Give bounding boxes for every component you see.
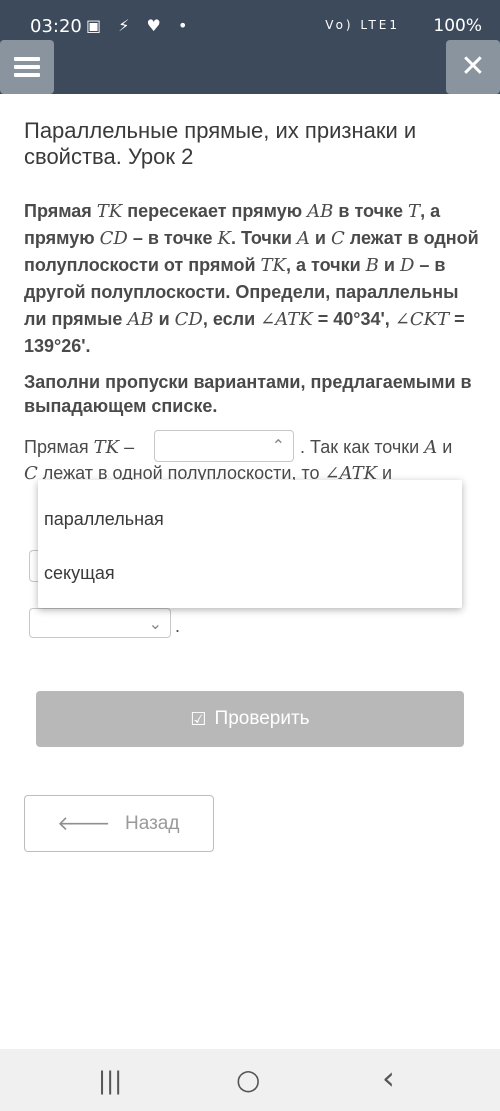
hamburger-icon bbox=[14, 57, 40, 77]
instruction-text: Заполни пропуски вариантами, предлагаемы… bbox=[24, 372, 472, 416]
arrow-left-icon: 🡐 bbox=[57, 811, 111, 835]
status-bar: 03:20 ▣ ⚡ ♥ • Vo) LTE1 100% bbox=[0, 0, 500, 54]
app-header bbox=[0, 54, 500, 94]
recent-apps-icon[interactable]: ||| bbox=[98, 1067, 122, 1095]
status-time: 03:20 bbox=[30, 16, 82, 37]
answer-line-1: Прямая TK – bbox=[24, 437, 135, 458]
check-button[interactable]: ☑ Проверить bbox=[36, 691, 464, 747]
close-button[interactable]: ✕ bbox=[446, 40, 500, 94]
menu-button[interactable] bbox=[0, 40, 54, 94]
option-secant[interactable]: секущая bbox=[44, 563, 115, 584]
battery-level: 100% bbox=[433, 16, 482, 36]
close-icon: ✕ bbox=[460, 49, 486, 84]
back-button[interactable]: 🡐 Назад bbox=[24, 795, 214, 852]
dropdown-menu: параллельная секущая bbox=[38, 480, 462, 608]
conclusion-select[interactable]: ⌄ bbox=[29, 608, 171, 638]
back-button-label: Назад bbox=[125, 813, 180, 834]
option-parallel[interactable]: параллельная bbox=[44, 509, 164, 530]
system-nav-bar: ||| ○ ‹ bbox=[0, 1049, 500, 1111]
question-text: Прямая TK пересекает прямую AB в точке T… bbox=[24, 201, 479, 356]
signal-indicator: Vo) LTE1 bbox=[325, 18, 400, 32]
sentence-end: . bbox=[175, 616, 181, 636]
answer-line-1-cont: . Так как точки A и bbox=[300, 437, 453, 458]
lesson-title: Параллельные прямые, их признаки и свойс… bbox=[24, 118, 417, 169]
line-type-select[interactable]: ⌃ bbox=[154, 430, 294, 462]
notification-icons: ▣ ⚡ ♥ • bbox=[86, 16, 194, 35]
back-nav-icon[interactable]: ‹ bbox=[382, 1059, 395, 1097]
check-button-label: Проверить bbox=[214, 708, 310, 729]
chevron-up-icon: ⌃ bbox=[271, 436, 285, 455]
check-square-icon: ☑ bbox=[190, 708, 207, 730]
home-icon[interactable]: ○ bbox=[236, 1063, 260, 1096]
chevron-down-icon: ⌄ bbox=[148, 614, 162, 633]
